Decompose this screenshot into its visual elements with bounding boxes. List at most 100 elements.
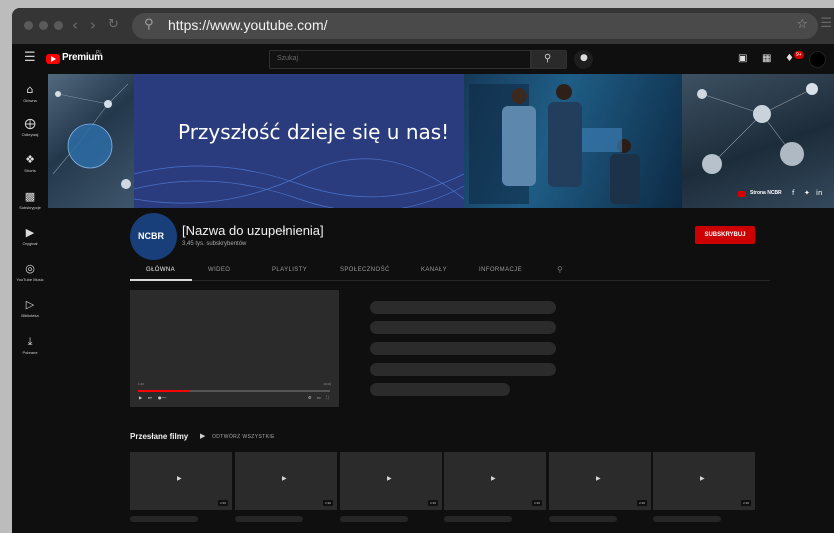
player-total-time: 10:00	[323, 382, 331, 386]
url-text[interactable]: https://www.youtube.com/	[168, 17, 328, 33]
video-duration: 2:30	[428, 500, 438, 506]
youtube-link-icon[interactable]	[738, 191, 746, 197]
channel-tabs: GŁÓWNA WIDEO PLAYLISTY SPOŁECZNOŚĆ KANAŁ…	[130, 263, 770, 281]
sidebar-item-home[interactable]: ⌂ Główna	[12, 83, 48, 104]
voice-search-button[interactable]: ●	[574, 50, 593, 69]
sidebar-item-library[interactable]: ▷ Biblioteka	[12, 298, 48, 319]
window-maximize-button[interactable]	[54, 21, 63, 30]
channel-avatar[interactable]: NCBR	[130, 213, 177, 260]
video-thumbnail[interactable]: ▶ 2:30	[653, 452, 755, 510]
star-icon[interactable]: ☆	[796, 17, 808, 32]
active-tab-indicator	[130, 279, 192, 281]
play-all-icon[interactable]: ▶	[200, 432, 205, 440]
tab-home[interactable]: GŁÓWNA	[146, 267, 175, 273]
search-icon: ⚲	[544, 53, 552, 64]
video-duration: 2:30	[532, 500, 542, 506]
address-bar[interactable]: ⚲ https://www.youtube.com/ ☆	[132, 13, 818, 39]
hamburger-menu-icon[interactable]: ☰	[24, 50, 36, 65]
sidebar-item-label: Oryginał	[22, 241, 38, 246]
back-icon[interactable]: ‹	[72, 16, 78, 34]
description-skeleton-line	[370, 321, 556, 334]
search-button[interactable]: ⚲	[531, 50, 567, 69]
logo-country-code: PL	[96, 50, 103, 56]
channel-banner: Przyszłość dzieje się u nas! Strona NCBR…	[48, 74, 834, 208]
search-placeholder: Szukaj	[277, 55, 299, 62]
forward-icon[interactable]: ›	[90, 16, 96, 34]
tab-videos[interactable]: WIDEO	[208, 267, 230, 273]
music-icon: ◎	[25, 262, 35, 275]
tab-about[interactable]: INFORMACJE	[479, 267, 522, 273]
browser-toolbar: ‹ › ↻ ⚲ https://www.youtube.com/ ☆ ☰	[12, 8, 834, 44]
fullscreen-icon[interactable]: ⛶	[326, 395, 329, 400]
sidebar-item-shorts[interactable]: ❖ Shorts	[12, 153, 48, 174]
banner-network-image	[48, 74, 134, 208]
window-minimize-button[interactable]	[39, 21, 48, 30]
play-icon[interactable]: ▶	[139, 395, 142, 400]
video-title-skeleton	[340, 516, 408, 522]
reload-icon[interactable]: ↻	[108, 17, 119, 32]
notifications-bell-icon[interactable]: ♦	[785, 53, 794, 64]
sidebar: ⌂ Główna ⨁ Odkrywaj ❖ Shorts ▩ Subskrypc…	[12, 74, 48, 533]
microphone-icon: ●	[580, 53, 588, 63]
video-thumbnail[interactable]: ▶ 2:30	[340, 452, 442, 510]
featured-video-player[interactable]: 1:23 10:00 ▶ ⏭ ●── ⚙ ▭ ⛶	[130, 290, 339, 407]
team-photo-graphic	[469, 84, 640, 204]
sidebar-item-subscriptions[interactable]: ▩ Subskrypcje	[12, 190, 48, 211]
subscribe-button[interactable]: SUBSKRYBUJ	[695, 226, 755, 244]
sidebar-item-music[interactable]: ◎ YouTube Music	[12, 262, 48, 283]
library-icon: ▷	[25, 298, 35, 311]
channel-search-icon[interactable]: ⚲	[557, 265, 563, 274]
sidebar-item-label: Shorts	[24, 168, 36, 173]
banner-spheres-image	[682, 74, 834, 208]
play-icon: ▶	[700, 475, 705, 482]
player-progress-bar[interactable]	[138, 390, 330, 392]
video-thumbnail[interactable]: ▶ 2:30	[444, 452, 546, 510]
description-skeleton-line	[370, 301, 556, 314]
search-icon: ⚲	[144, 17, 154, 32]
facebook-icon[interactable]: f	[792, 189, 794, 197]
sidebar-item-originals[interactable]: ▶ Oryginał	[12, 226, 48, 247]
tab-playlists[interactable]: PLAYLISTY	[272, 267, 307, 273]
video-thumbnail[interactable]: ▶ 2:30	[549, 452, 651, 510]
apps-grid-icon[interactable]: ▦	[762, 53, 771, 64]
tab-channels[interactable]: KANAŁY	[421, 267, 447, 273]
uploads-section-title: Przesłane filmy	[130, 432, 189, 441]
browser-menu-icon[interactable]: ☰	[820, 16, 832, 31]
originals-icon: ▶	[25, 226, 35, 239]
subscriptions-icon: ▩	[24, 190, 36, 203]
sidebar-item-label: Odkrywaj	[21, 132, 39, 137]
sidebar-item-explore[interactable]: ⨁ Odkrywaj	[12, 117, 48, 138]
channel-name: [Nazwa do uzupełnienia]	[182, 223, 324, 238]
download-icon: ⤓	[27, 335, 33, 348]
video-title-skeleton	[653, 516, 721, 522]
banner-site-link[interactable]: Strona NCBR	[750, 190, 782, 196]
video-title-skeleton	[549, 516, 617, 522]
shorts-icon: ❖	[25, 153, 35, 166]
play-icon: ▶	[177, 475, 182, 482]
avatar[interactable]	[809, 51, 826, 68]
sidebar-item-label: Subskrypcje	[19, 205, 41, 210]
next-icon[interactable]: ⏭	[148, 395, 152, 400]
video-thumbnail[interactable]: ▶ 2:30	[235, 452, 337, 510]
channel-logo-text: NCBR	[138, 231, 164, 241]
video-title-skeleton	[444, 516, 512, 522]
window-close-button[interactable]	[24, 21, 33, 30]
create-video-icon[interactable]: ▣	[738, 53, 747, 64]
volume-icon[interactable]: ●──	[158, 395, 166, 400]
theater-icon[interactable]: ▭	[317, 395, 321, 400]
sidebar-item-downloads[interactable]: ⤓ Pobrane	[12, 335, 48, 356]
video-thumbnail[interactable]: ▶ 2:30	[130, 452, 232, 510]
search-input[interactable]: Szukaj	[269, 50, 531, 69]
description-skeleton-line	[370, 383, 510, 396]
home-icon: ⌂	[26, 83, 34, 96]
tab-community[interactable]: SPOŁECZNOŚĆ	[340, 267, 390, 273]
compass-icon: ⨁	[24, 117, 36, 130]
play-all-button[interactable]: ODTWÓRZ WSZYSTKIE	[212, 434, 275, 440]
sidebar-item-label: Pobrane	[22, 350, 38, 355]
notification-badge: 9+	[794, 51, 804, 59]
linkedin-icon[interactable]: in	[816, 189, 822, 197]
settings-icon[interactable]: ⚙	[308, 395, 312, 400]
youtube-masthead: ☰ Premium PL Szukaj ⚲ ● ▣ ▦ ♦ 9+	[12, 44, 834, 74]
twitter-icon[interactable]: ✦	[804, 189, 810, 197]
video-duration: 2:30	[323, 500, 333, 506]
